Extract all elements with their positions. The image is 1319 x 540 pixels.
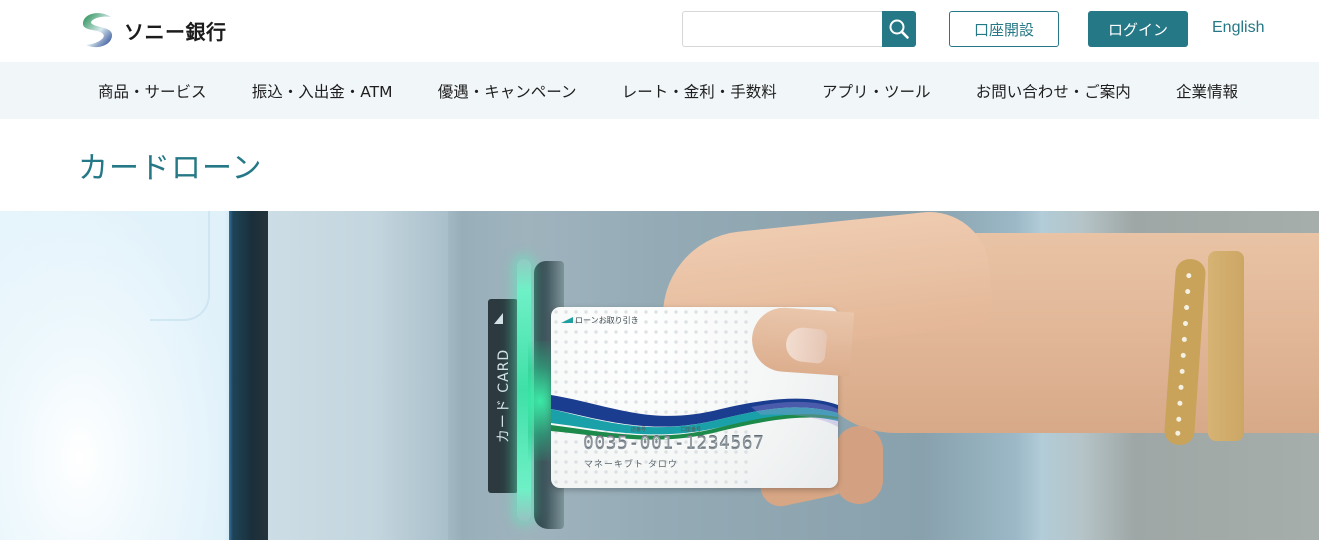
site-header: ソニー銀行 口座開設 ログイン English	[0, 0, 1319, 62]
nav-item-apps-tools[interactable]: アプリ・ツール	[802, 80, 951, 102]
card-label: ローンお取り引き	[575, 316, 639, 325]
cork-bracelet	[1208, 251, 1244, 441]
search-button[interactable]	[882, 11, 916, 47]
login-button[interactable]: ログイン	[1088, 11, 1188, 47]
global-nav: 商品・サービス 振込・入出金・ATM 優遇・キャンペーン レート・金利・手数料 …	[0, 62, 1319, 119]
card-label-triangle-icon	[561, 317, 573, 323]
search-input[interactable]	[682, 11, 882, 47]
card-slot-label: カード CARD	[488, 299, 518, 493]
logo-mark-icon	[82, 13, 113, 48]
site-search	[682, 11, 916, 47]
nav-item-rates-fees[interactable]: レート・金利・手数料	[602, 80, 797, 102]
nav-item-contact-guide[interactable]: お問い合わせ・ご案内	[956, 80, 1151, 102]
nav-item-benefits-campaigns[interactable]: 優遇・キャンペーン	[418, 80, 597, 102]
card-number: 0035-001-1234567	[583, 433, 765, 454]
global-nav-list: 商品・サービス 振込・入出金・ATM 優遇・キャンペーン レート・金利・手数料 …	[78, 62, 1258, 119]
finger	[835, 426, 883, 504]
card-slot-arrow-icon	[494, 313, 503, 324]
hero-image: カード CARD ローンお取り引き 店番号 口座番号 0035-001-1234…	[0, 211, 1319, 540]
english-link[interactable]: English	[1212, 19, 1264, 37]
card-slot-label-text: カード CARD	[496, 348, 512, 444]
atm-panel	[268, 211, 448, 540]
nav-item-products-services[interactable]: 商品・サービス	[78, 80, 227, 102]
nav-item-corporate-info[interactable]: 企業情報	[1156, 80, 1258, 102]
atm-screen-rim	[150, 211, 210, 321]
branch-number-label: 店番号	[631, 427, 647, 433]
logo-text: ソニー銀行	[124, 19, 227, 44]
account-number-label: 口座番号	[681, 427, 702, 433]
atm-bezel	[229, 211, 267, 540]
sony-bank-logo[interactable]: ソニー銀行	[78, 10, 227, 50]
search-icon	[889, 19, 909, 39]
page-title: カードローン	[78, 151, 263, 186]
nav-item-transfer-atm[interactable]: 振込・入出金・ATM	[232, 80, 413, 102]
open-account-button[interactable]: 口座開設	[949, 11, 1059, 47]
card-holder-name: マネーキブト タロウ	[584, 460, 678, 470]
